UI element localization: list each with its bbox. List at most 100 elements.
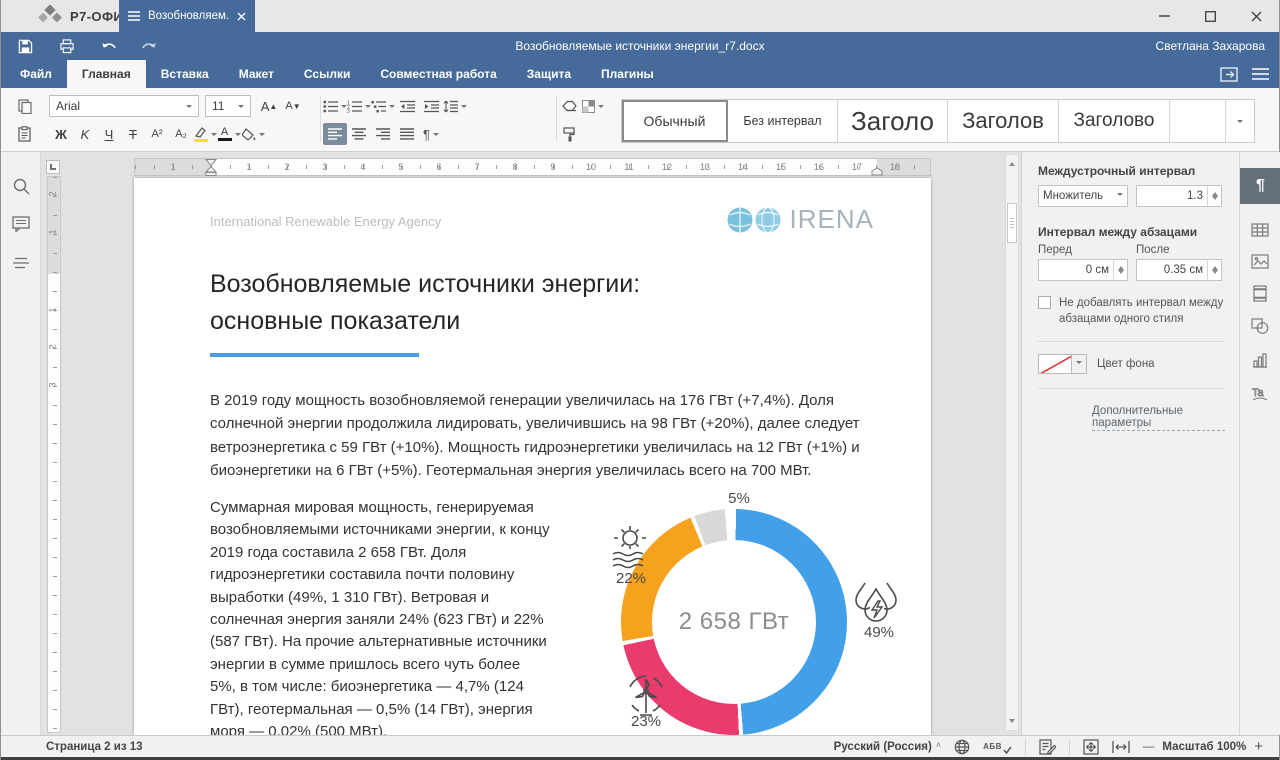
advanced-settings-link[interactable]: Дополнительные параметры xyxy=(1092,405,1225,431)
bullets-button[interactable] xyxy=(323,95,347,117)
multilevel-list-button[interactable] xyxy=(371,95,395,117)
zoom-level[interactable]: Масштаб 100% xyxy=(1162,741,1246,753)
spacing-after-spinner[interactable]: 0.35 см xyxy=(1136,259,1222,281)
align-left-button[interactable] xyxy=(323,123,347,145)
document-page[interactable]: International Renewable Energy Agency IR… xyxy=(134,178,931,735)
tab-close-icon[interactable] xyxy=(237,12,246,21)
bg-color-picker[interactable] xyxy=(1038,354,1087,374)
minimize-button[interactable] xyxy=(1141,0,1187,32)
headers-footers-settings-icon[interactable] xyxy=(1250,283,1270,303)
document-language-icon[interactable] xyxy=(954,739,970,755)
menu-tab-layout[interactable]: Макет xyxy=(224,60,289,88)
style-heading2[interactable]: Заголов xyxy=(948,100,1059,142)
increase-font-button[interactable]: A▲ xyxy=(257,95,281,117)
copy-button[interactable] xyxy=(13,95,37,117)
zoom-out-button[interactable]: — xyxy=(1143,741,1155,753)
svg-text:3: 3 xyxy=(347,109,350,113)
quick-access-bar: Возобновляемые источники энергии_r7.docx… xyxy=(1,32,1279,60)
document-tab[interactable]: Возобновляем... xyxy=(119,0,255,32)
eraser-icon xyxy=(562,100,577,112)
scroll-down-arrow[interactable] xyxy=(1006,716,1018,730)
maximize-button[interactable] xyxy=(1187,0,1233,32)
close-button[interactable] xyxy=(1233,0,1279,32)
menu-tab-file[interactable]: Файл xyxy=(5,60,67,88)
language-selector[interactable]: Русский (Россия)˄ xyxy=(834,741,941,753)
style-empty-cell[interactable] xyxy=(1170,100,1226,142)
align-center-button[interactable] xyxy=(347,123,371,145)
style-heading1[interactable]: Заголо xyxy=(838,100,948,142)
track-changes-icon[interactable] xyxy=(1039,739,1056,755)
fit-width-icon[interactable] xyxy=(1112,741,1130,753)
style-normal[interactable]: Обычный xyxy=(622,100,728,142)
paragraph-settings-tab[interactable]: ¶ xyxy=(1240,168,1280,204)
styles-gallery-expand[interactable] xyxy=(1226,100,1254,142)
strikeout-button[interactable]: Ŧ xyxy=(121,123,145,145)
menu-tab-home[interactable]: Главная xyxy=(67,60,146,88)
main-area: 1234567891011121314151617181 21123 Inter… xyxy=(1,152,1279,735)
increase-indent-button[interactable] xyxy=(419,95,443,117)
align-justify-button[interactable] xyxy=(395,123,419,145)
navigation-icon[interactable] xyxy=(11,253,31,273)
spacing-before-spinner[interactable]: 0 см xyxy=(1038,259,1128,281)
no-spacing-same-style-checkbox[interactable] xyxy=(1038,296,1051,309)
highlight-color-button[interactable] xyxy=(193,123,217,145)
text-art-settings-icon[interactable]: Ta xyxy=(1250,383,1270,403)
chart-settings-icon[interactable] xyxy=(1250,350,1270,370)
style-no-spacing[interactable]: Без интервал xyxy=(728,100,838,142)
v-scrollbar[interactable] xyxy=(1005,154,1019,731)
checkbox-label: Не добавлять интервал между абзацами одн… xyxy=(1059,295,1225,327)
v-ruler[interactable]: 21123 xyxy=(47,176,61,733)
zoom-in-button[interactable]: + xyxy=(1254,738,1263,755)
fit-page-icon[interactable] xyxy=(1083,739,1099,755)
chart-center-label: 2 658 ГВт xyxy=(621,509,847,735)
nonprinting-chars-button[interactable]: ¶ xyxy=(419,123,443,145)
font-name-select[interactable]: Arial xyxy=(49,95,199,117)
clear-style-button[interactable] xyxy=(557,95,581,117)
shape-settings-icon[interactable] xyxy=(1250,316,1270,336)
page-indicator[interactable]: Страница 2 из 13 xyxy=(46,741,143,753)
menu-tab-protection[interactable]: Защита xyxy=(512,60,586,88)
font-size-select[interactable]: 11 xyxy=(205,95,251,117)
svg-text:Ta: Ta xyxy=(1252,387,1265,399)
tab-selector[interactable] xyxy=(46,160,60,174)
menu-tab-references[interactable]: Ссылки xyxy=(289,60,365,88)
underline-button[interactable]: Ч xyxy=(97,123,121,145)
first-line-indent-marker[interactable] xyxy=(205,159,217,176)
decrease-indent-button[interactable] xyxy=(395,95,419,117)
superscript-button[interactable]: A² xyxy=(145,123,169,145)
paste-button[interactable] xyxy=(13,123,37,145)
font-color-button[interactable]: А xyxy=(217,123,241,145)
table-shading-button[interactable] xyxy=(581,95,605,117)
numbering-button[interactable]: 123 xyxy=(347,95,371,117)
right-indent-marker[interactable] xyxy=(871,167,883,176)
open-file-location-icon[interactable] xyxy=(1220,67,1238,82)
h-ruler[interactable]: 1234567891011121314151617181 xyxy=(134,158,931,176)
paragraph-spacing-label: Интервал между абзацами xyxy=(1038,225,1225,239)
hamburger-menu-icon[interactable] xyxy=(1252,68,1269,80)
style-heading3[interactable]: Заголово xyxy=(1059,100,1170,142)
paint-bucket-icon xyxy=(242,128,256,141)
search-icon[interactable] xyxy=(11,176,31,196)
italic-button[interactable]: K xyxy=(73,123,97,145)
subscript-button[interactable]: A₂ xyxy=(169,123,193,145)
shading-color-button[interactable] xyxy=(241,123,265,145)
scrollbar-thumb[interactable] xyxy=(1007,203,1017,243)
table-settings-icon[interactable] xyxy=(1250,220,1270,240)
line-spacing-value-spinner[interactable]: 1.3 xyxy=(1136,185,1222,207)
align-right-button[interactable] xyxy=(371,123,395,145)
user-name[interactable]: Светлана Захарова xyxy=(1156,39,1265,53)
line-spacing-button[interactable] xyxy=(443,95,467,117)
menu-tab-insert[interactable]: Вставка xyxy=(146,60,224,88)
format-painter-button[interactable] xyxy=(557,123,581,145)
bg-color-swatch[interactable] xyxy=(1038,354,1072,374)
comments-icon[interactable] xyxy=(11,214,31,234)
line-spacing-select[interactable]: Множитель xyxy=(1038,185,1128,207)
menu-tab-plugins[interactable]: Плагины xyxy=(586,60,669,88)
menu-tab-collaboration[interactable]: Совместная работа xyxy=(365,60,511,88)
bold-button[interactable]: Ж xyxy=(49,123,73,145)
decrease-font-button[interactable]: A▼ xyxy=(281,95,305,117)
app-window: Р7-ОФИС Возобновляем... xyxy=(0,0,1280,760)
image-settings-icon[interactable] xyxy=(1250,251,1270,271)
spellcheck-toggle[interactable]: АБВ xyxy=(983,740,1012,754)
scroll-up-arrow[interactable] xyxy=(1006,155,1018,169)
